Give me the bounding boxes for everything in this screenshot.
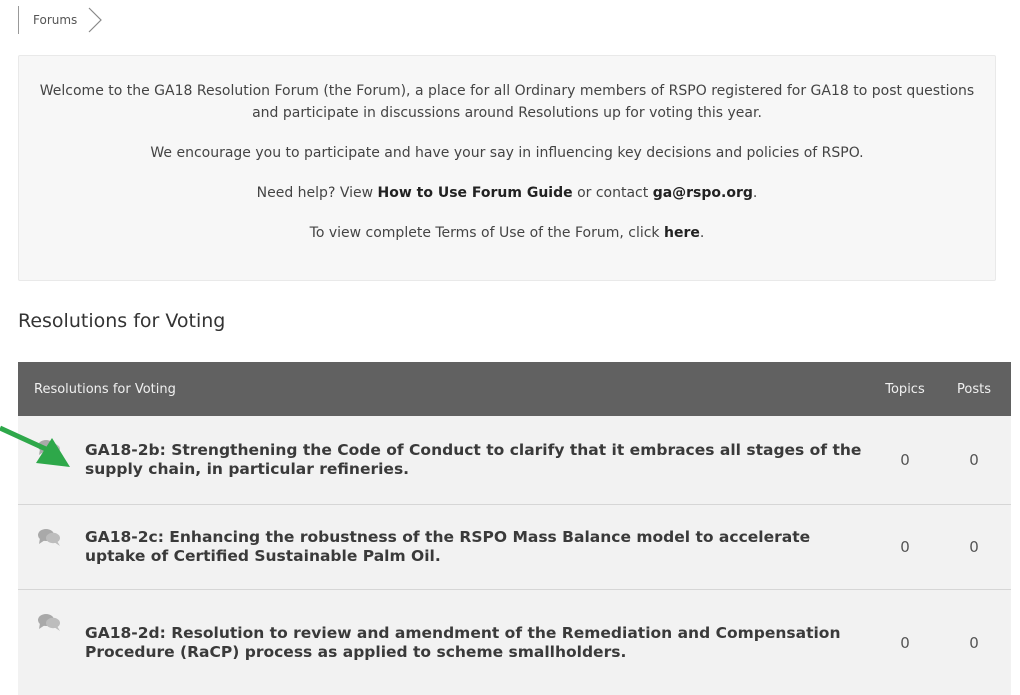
terms-suffix: . [699, 225, 705, 241]
chat-bubbles-icon [38, 529, 60, 546]
welcome-help: Need help? View How to Use Forum Guide o… [19, 182, 995, 204]
green-arrow-icon [0, 425, 70, 467]
posts-count: 0 [969, 633, 979, 652]
help-prefix: Need help? View [256, 185, 378, 201]
welcome-panel: Welcome to the GA18 Resolution Forum (th… [18, 55, 996, 281]
chat-bubbles-icon [38, 614, 60, 631]
breadcrumb: Forums [18, 6, 103, 34]
help-suffix: . [752, 185, 758, 201]
table-row[interactable]: GA18-2d: Resolution to review and amendm… [18, 590, 1011, 695]
section-title: Resolutions for Voting [18, 310, 226, 332]
header-title: Resolutions for Voting [34, 381, 176, 397]
forum-title-link[interactable]: GA18-2b: Strengthening the Code of Condu… [85, 419, 869, 501]
chevron-right-icon [88, 7, 103, 33]
forum-title-link[interactable]: GA18-2c: Enhancing the robustness of the… [85, 506, 869, 588]
welcome-encourage: We encourage you to participate and have… [150, 145, 864, 161]
welcome-terms: To view complete Terms of Use of the For… [19, 222, 995, 244]
topics-count: 0 [900, 538, 910, 556]
table-header: Resolutions for Voting Topics Posts [18, 362, 1011, 416]
forum-title-link[interactable]: GA18-2d: Resolution to review and amendm… [85, 602, 869, 684]
table-row[interactable]: GA18-2b: Strengthening the Code of Condu… [18, 416, 1011, 505]
topics-count: 0 [900, 451, 910, 469]
forum-guide-link[interactable]: How to Use Forum Guide [378, 185, 573, 201]
contact-email-link[interactable]: ga@rspo.org [653, 185, 753, 201]
topics-count: 0 [900, 633, 910, 652]
help-middle: or contact [572, 185, 653, 201]
header-posts: Posts [957, 381, 991, 397]
terms-here-link[interactable]: here [664, 225, 700, 241]
header-topics: Topics [885, 381, 925, 397]
forum-table: Resolutions for Voting Topics Posts GA18… [18, 362, 1011, 695]
posts-count: 0 [969, 538, 979, 556]
breadcrumb-forums-link[interactable]: Forums [33, 13, 77, 27]
posts-count: 0 [969, 451, 979, 469]
terms-prefix: To view complete Terms of Use of the For… [309, 225, 664, 241]
table-row[interactable]: GA18-2c: Enhancing the robustness of the… [18, 505, 1011, 590]
welcome-intro: Welcome to the GA18 Resolution Forum (th… [39, 83, 975, 121]
